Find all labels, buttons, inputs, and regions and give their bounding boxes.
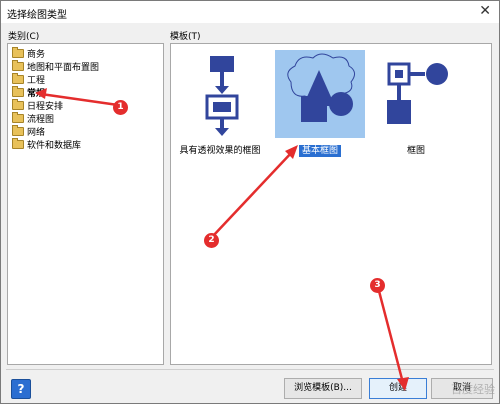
footer-divider: [6, 369, 494, 370]
category-item-label: 常规: [27, 88, 46, 99]
category-item-label: 网络: [27, 127, 46, 138]
annotation-marker-3: 3: [370, 278, 385, 293]
close-icon[interactable]: ✕: [479, 3, 491, 19]
category-item-business[interactable]: 商务: [12, 46, 46, 60]
annotation-marker-2: 2: [204, 233, 219, 248]
category-item-maps[interactable]: 地图和平面布置图: [12, 59, 100, 73]
title-bar: 选择绘图类型 ✕: [1, 1, 499, 23]
folder-icon: [12, 85, 24, 97]
category-item-label: 商务: [27, 49, 46, 60]
create-button[interactable]: 创建: [369, 378, 427, 399]
template-caption: 具有透视效果的框图: [179, 146, 261, 156]
template-block[interactable]: 框图: [371, 50, 461, 156]
browse-templates-button[interactable]: 浏览模板(B)...: [284, 378, 362, 399]
category-item-label: 工程: [27, 75, 46, 86]
template-caption: 框图: [406, 146, 425, 156]
folder-icon: [12, 98, 24, 110]
category-list[interactable]: 商务 地图和平面布置图 工程 常规 日程安排 流程图 网络 软件和数据库: [7, 43, 164, 365]
template-label: 模板(T): [170, 32, 201, 42]
folder-icon: [12, 46, 24, 58]
help-button[interactable]: ?: [11, 379, 31, 399]
category-item-label: 软件和数据库: [27, 140, 82, 151]
category-item-label: 地图和平面布置图: [27, 62, 100, 73]
category-item-general[interactable]: 常规: [12, 85, 46, 99]
category-item-flowchart[interactable]: 流程图: [12, 111, 55, 125]
dialog: 选择绘图类型 ✕ 类别(C) 模板(T) 商务 地图和平面布置图 工程 常规 日…: [0, 0, 500, 404]
folder-icon: [12, 111, 24, 123]
template-caption: 基本框图: [275, 143, 365, 157]
template-perspective-block[interactable]: 具有透视效果的框图: [175, 50, 265, 156]
folder-icon: [12, 59, 24, 71]
category-item-network[interactable]: 网络: [12, 124, 46, 138]
category-label: 类别(C): [8, 32, 40, 42]
category-item-engineering[interactable]: 工程: [12, 72, 46, 86]
folder-icon: [12, 124, 24, 136]
category-item-schedule[interactable]: 日程安排: [12, 98, 64, 112]
folder-icon: [12, 137, 24, 149]
category-item-label: 日程安排: [27, 101, 64, 112]
window-title: 选择绘图类型: [7, 10, 67, 21]
watermark: 百度经验: [451, 383, 495, 396]
category-item-software[interactable]: 软件和数据库: [12, 137, 82, 151]
template-basic-block[interactable]: 基本框图: [275, 50, 365, 157]
category-item-label: 流程图: [27, 114, 55, 125]
block-thumbnail: [387, 62, 448, 124]
perspective-block-thumbnail: [205, 56, 239, 136]
basic-block-thumbnail: [287, 53, 355, 122]
folder-icon: [12, 72, 24, 84]
annotation-marker-1: 1: [113, 100, 128, 115]
template-pane[interactable]: 具有透视效果的框图 基本框图 框图: [170, 43, 492, 365]
